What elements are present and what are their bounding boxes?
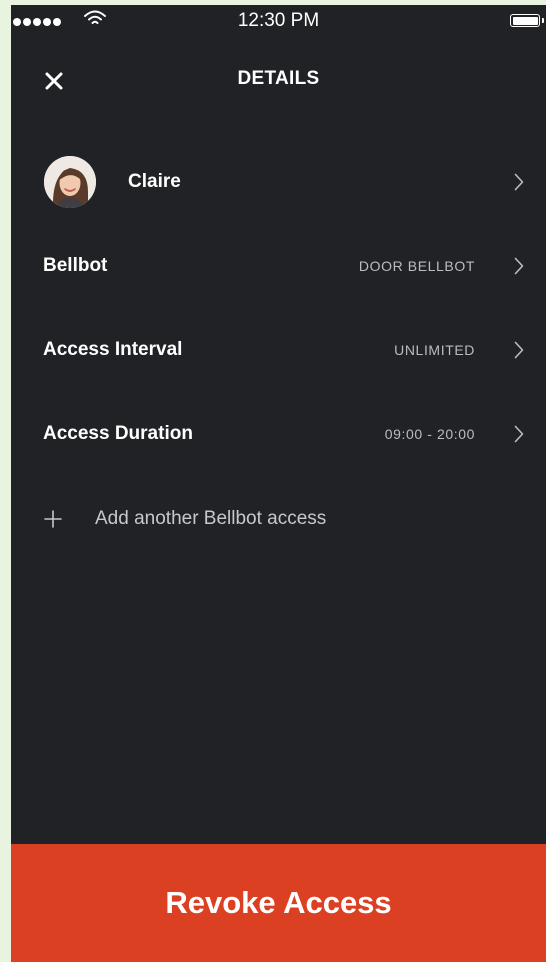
bellbot-label: Bellbot bbox=[43, 255, 108, 276]
bellbot-value: DOOR BELLBOT bbox=[358, 258, 475, 274]
user-name: Claire bbox=[128, 171, 181, 192]
app-screen: 12:30 PM DETAILS Claire Bellbot DOOR BEL… bbox=[11, 5, 546, 962]
add-access-button[interactable]: Add another Bellbot access bbox=[11, 489, 546, 549]
revoke-access-button[interactable]: Revoke Access bbox=[11, 844, 546, 962]
battery-fill bbox=[512, 16, 538, 25]
plus-icon bbox=[44, 510, 62, 528]
access-duration-value: 09:00 - 20:00 bbox=[384, 426, 475, 442]
add-access-label: Add another Bellbot access bbox=[95, 508, 327, 529]
chevron-right-icon bbox=[514, 173, 524, 191]
access-duration-row[interactable]: Access Duration 09:00 - 20:00 bbox=[11, 404, 546, 464]
access-interval-row[interactable]: Access Interval UNLIMITED bbox=[11, 320, 546, 380]
battery-icon bbox=[510, 14, 544, 27]
chevron-right-icon bbox=[514, 257, 524, 275]
access-interval-label: Access Interval bbox=[43, 339, 183, 360]
status-time: 12:30 PM bbox=[237, 10, 320, 31]
access-duration-label: Access Duration bbox=[43, 423, 193, 444]
page-title: DETAILS bbox=[237, 68, 320, 89]
avatar bbox=[44, 156, 96, 208]
access-interval-value: UNLIMITED bbox=[394, 342, 475, 358]
user-row[interactable]: Claire bbox=[11, 152, 546, 212]
bellbot-row[interactable]: Bellbot DOOR BELLBOT bbox=[11, 236, 546, 296]
chevron-right-icon bbox=[514, 341, 524, 359]
avatar-image bbox=[44, 156, 96, 208]
status-bar: 12:30 PM bbox=[11, 5, 546, 39]
chevron-right-icon bbox=[514, 425, 524, 443]
